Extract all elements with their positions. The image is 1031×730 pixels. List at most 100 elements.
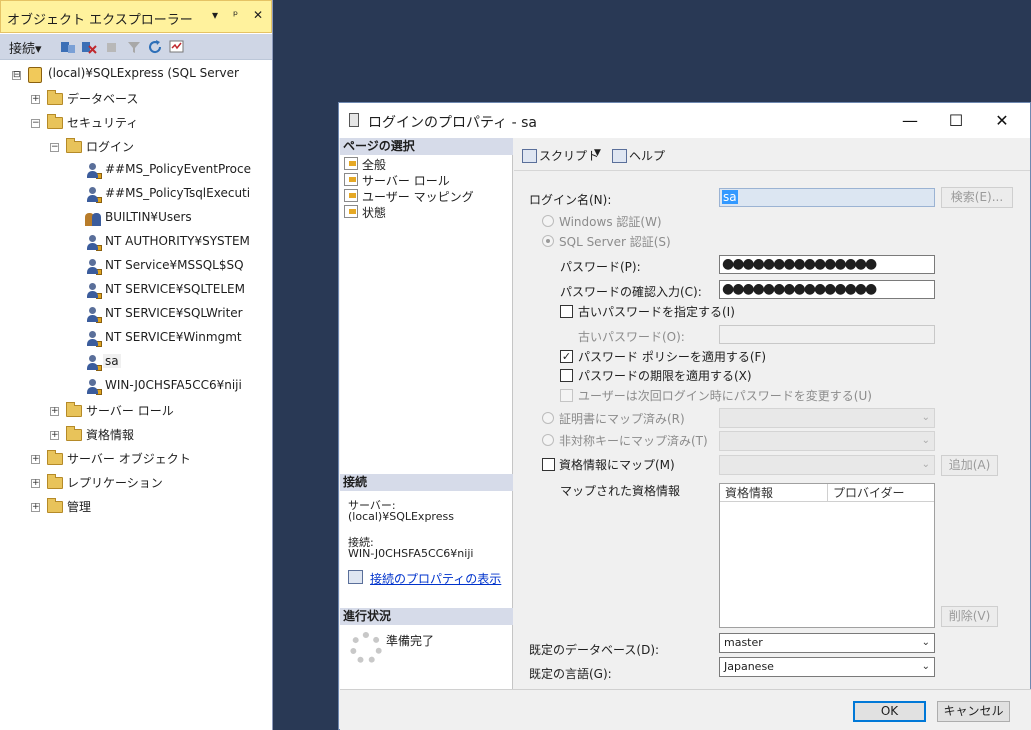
expander-icon[interactable]: − <box>31 119 40 128</box>
tree-node-management[interactable]: + 管理 <box>31 497 270 519</box>
progress-header: 進行状況 <box>340 608 513 625</box>
expander-icon[interactable]: + <box>31 503 40 512</box>
tree-node-databases[interactable]: + データベース <box>31 89 270 111</box>
panel-close-button[interactable]: ✕ <box>253 8 263 22</box>
map-asym-key-radio[interactable] <box>542 434 554 446</box>
connect-button[interactable]: 接続▾ <box>9 38 42 57</box>
tree-node-server-objects[interactable]: + サーバー オブジェクト <box>31 449 270 471</box>
page-icon <box>344 189 358 202</box>
folder-icon <box>47 498 64 515</box>
expander-icon[interactable]: ⊟ <box>12 71 21 80</box>
refresh-icon[interactable] <box>147 39 163 55</box>
ok-button[interactable]: OK <box>853 701 926 722</box>
maximize-button[interactable]: ☐ <box>933 107 979 135</box>
connect-server-icon[interactable] <box>60 39 76 55</box>
map-certificate-radio[interactable] <box>542 412 554 424</box>
tree-node-login[interactable]: WIN-J0CHSFA5CC6¥niji <box>85 377 270 399</box>
password-input[interactable]: ●●●●●●●●●●●●●●● <box>719 255 935 274</box>
tree-node-login[interactable]: ##MS_PolicyEventProce <box>85 161 270 183</box>
minimize-button[interactable]: — <box>887 107 933 135</box>
expander-icon[interactable]: + <box>31 95 40 104</box>
filter-icon[interactable] <box>126 39 142 55</box>
mapped-credentials-grid[interactable]: 資格情報 プロバイダー <box>719 483 935 628</box>
tree-node-login[interactable]: NT AUTHORITY¥SYSTEM <box>85 233 270 255</box>
login-name-input[interactable]: sa <box>719 188 935 207</box>
panel-pin-button[interactable]: ᵖ <box>233 8 238 22</box>
disconnect-icon[interactable] <box>81 39 97 55</box>
remove-credential-button[interactable]: 削除(V) <box>941 606 998 627</box>
confirm-password-input[interactable]: ●●●●●●●●●●●●●●● <box>719 280 935 299</box>
windows-auth-radio[interactable] <box>542 215 554 227</box>
login-user-icon <box>85 307 102 323</box>
tree-node-credentials[interactable]: + 資格情報 <box>50 425 270 447</box>
script-button[interactable]: スクリプト <box>522 147 599 164</box>
object-explorer-title: オブジェクト エクスプローラー <box>7 13 193 28</box>
toolbar-divider <box>514 170 1030 171</box>
expander-icon[interactable]: + <box>31 479 40 488</box>
progress-spinner-icon <box>350 632 382 664</box>
tree-node-login[interactable]: BUILTIN¥Users <box>85 209 270 231</box>
search-button[interactable]: 検索(E)... <box>941 187 1013 208</box>
help-icon <box>612 149 627 163</box>
confirm-password-label: パスワードの確認入力(C): <box>560 285 702 299</box>
asym-key-select[interactable]: ⌄ <box>719 431 935 451</box>
expander-icon[interactable]: + <box>50 431 59 440</box>
default-language-select[interactable]: Japanese ⌄ <box>719 657 935 677</box>
tree-node-login[interactable]: NT SERVICE¥SQLWriter <box>85 305 270 327</box>
tree-node-login[interactable]: ##MS_PolicyTsqlExecuti <box>85 185 270 207</box>
sql-auth-radio[interactable] <box>542 235 554 247</box>
tree-node-label: NT SERVICE¥Winmgmt <box>105 330 242 344</box>
grid-header-credential[interactable]: 資格情報 <box>720 484 828 502</box>
object-explorer-panel: オブジェクト エクスプローラー ▾ ᵖ ✕ 接続▾ ⊟ (local)¥SQLE… <box>0 0 273 730</box>
expander-icon[interactable]: + <box>31 455 40 464</box>
old-password-input[interactable] <box>719 325 935 344</box>
specify-old-password-checkbox[interactable] <box>560 305 573 318</box>
script-dropdown-icon[interactable]: ▼ <box>594 148 601 158</box>
dialog-titlebar: ログインのプロパティ - sa — ☐ ✕ <box>339 103 1030 138</box>
login-properties-dialog: ログインのプロパティ - sa — ☐ ✕ ページの選択 全般 サーバー ロール… <box>338 102 1031 730</box>
enforce-expiration-checkbox[interactable] <box>560 369 573 382</box>
tree-node-login[interactable]: NT Service¥MSSQL$SQ <box>85 257 270 279</box>
tree-node-replication[interactable]: + レプリケーション <box>31 473 270 495</box>
view-connection-properties-link[interactable]: 接続のプロパティの表示 <box>370 570 501 587</box>
activity-monitor-icon[interactable] <box>169 39 185 55</box>
login-group-icon <box>85 211 102 227</box>
server-icon <box>28 67 45 83</box>
tree-node-login[interactable]: NT SERVICE¥Winmgmt <box>85 329 270 351</box>
login-user-icon <box>85 235 102 251</box>
page-icon <box>344 205 358 218</box>
map-credential-checkbox[interactable] <box>542 458 555 471</box>
stop-icon[interactable] <box>104 39 120 55</box>
credential-select[interactable]: ⌄ <box>719 455 935 475</box>
tree-node-label: データベース <box>67 92 139 106</box>
tree-node-login[interactable]: NT SERVICE¥SQLTELEM <box>85 281 270 303</box>
page-item-label: 状態 <box>362 206 387 220</box>
must-change-checkbox[interactable] <box>560 389 573 402</box>
certificate-select[interactable]: ⌄ <box>719 408 935 428</box>
grid-header-provider[interactable]: プロバイダー <box>828 484 934 502</box>
tree-node-logins[interactable]: − ログイン <box>50 137 270 159</box>
object-explorer-toolbar: 接続▾ <box>0 34 272 60</box>
tree-node-label: レプリケーション <box>67 476 163 490</box>
tree-node-server[interactable]: ⊟ (local)¥SQLExpress (SQL Server <box>12 65 270 87</box>
help-button[interactable]: ヘルプ <box>612 147 665 164</box>
tree-node-label: 管理 <box>67 500 92 514</box>
tree-node-label: (local)¥SQLExpress (SQL Server <box>48 66 239 80</box>
folder-icon <box>47 90 64 107</box>
close-button[interactable]: ✕ <box>979 107 1025 135</box>
panel-dropdown-button[interactable]: ▾ <box>212 8 218 22</box>
must-change-label: ユーザーは次回ログイン時にパスワードを変更する(U) <box>578 389 872 403</box>
tree-node-server-roles[interactable]: + サーバー ロール <box>50 401 270 423</box>
enforce-policy-checkbox[interactable]: ✓ <box>560 350 573 363</box>
cancel-button[interactable]: キャンセル <box>937 701 1010 722</box>
default-database-select[interactable]: master ⌄ <box>719 633 935 653</box>
tree-node-security[interactable]: − セキュリティ <box>31 113 270 135</box>
tree-node-label: 資格情報 <box>86 428 135 442</box>
specify-old-password-label: 古いパスワードを指定する(I) <box>578 305 735 319</box>
help-label: ヘルプ <box>629 149 666 163</box>
expander-icon[interactable]: + <box>50 407 59 416</box>
add-credential-button[interactable]: 追加(A) <box>941 455 998 476</box>
expander-icon[interactable]: − <box>50 143 59 152</box>
login-user-icon <box>85 331 102 347</box>
tree-node-login-selected[interactable]: sa <box>85 353 270 375</box>
